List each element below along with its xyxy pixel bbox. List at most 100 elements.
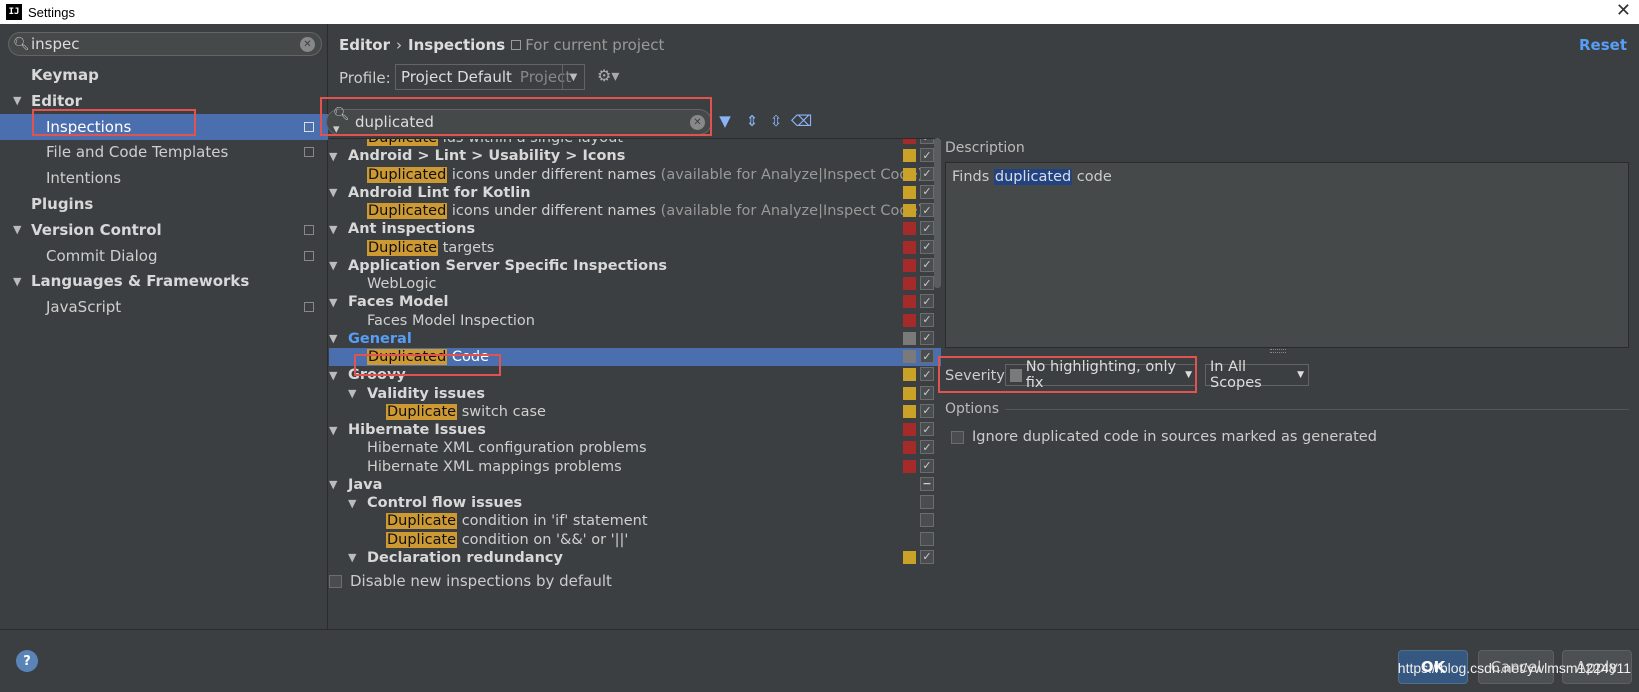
inspection-enabled-checkbox[interactable]: ✓ (920, 257, 934, 272)
inspection-row[interactable]: ▼ General ✓ (329, 330, 941, 348)
sidebar-item[interactable]: Commit Dialog (0, 243, 328, 269)
inspection-enabled-checkbox[interactable]: ✓ (920, 330, 934, 345)
inspection-row[interactable]: Duplicate condition in 'if' statement (329, 512, 941, 530)
resize-grip[interactable] (1270, 349, 1286, 353)
collapse-all-icon[interactable]: ⇳ (767, 112, 785, 130)
expand-arrow-icon[interactable]: ▼ (329, 478, 337, 491)
inspection-enabled-checkbox[interactable]: ✓ (920, 312, 934, 327)
inspection-enabled-checkbox[interactable]: ✓ (920, 276, 934, 290)
search-match-highlight: Duplicated (367, 166, 448, 183)
search-match-highlight: Duplicate (386, 513, 458, 530)
expand-arrow-icon[interactable]: ▼ (329, 296, 337, 309)
expand-arrow-icon[interactable]: ▼ (329, 424, 337, 437)
inspection-row[interactable]: Duplicate switch case ✓ (329, 403, 941, 421)
inspection-row[interactable]: Duplicate condition on '&&' or '||' (329, 531, 941, 549)
inspection-row[interactable]: WebLogic ✓ (329, 275, 941, 293)
breadcrumb-editor[interactable]: Editor (339, 36, 390, 54)
clear-search-icon[interactable]: ✕ (300, 36, 315, 52)
inspection-enabled-checkbox[interactable]: − (920, 476, 934, 491)
inspection-enabled-checkbox[interactable]: ✓ (920, 239, 934, 254)
inspection-row[interactable]: ▼ Android Lint for Kotlin ✓ (329, 184, 941, 202)
expand-arrow-icon[interactable]: ▼ (329, 332, 337, 345)
eraser-icon[interactable]: ⌫ (791, 112, 812, 130)
title-bar: IJ Settings ✕ (0, 0, 1639, 24)
inspection-row[interactable]: Faces Model Inspection ✓ (329, 312, 941, 330)
inspection-enabled-checkbox[interactable]: ✓ (920, 440, 934, 455)
inspection-enabled-checkbox[interactable]: ✓ (920, 184, 934, 199)
sidebar-item[interactable]: File and Code Templates (0, 139, 328, 165)
inspection-enabled-checkbox[interactable] (920, 513, 934, 528)
inspection-row[interactable]: Duplicate ids within a single layout ✓ (329, 139, 941, 147)
inspection-enabled-checkbox[interactable]: ✓ (920, 422, 934, 436)
reset-link[interactable]: Reset (1579, 36, 1627, 54)
inspection-row[interactable]: ▼ Application Server Specific Inspections… (329, 257, 941, 275)
chevron-down-icon: ▼ (1297, 370, 1304, 380)
inspection-row[interactable]: Hibernate XML configuration problems ✓ (329, 439, 941, 457)
inspection-enabled-checkbox[interactable]: ✓ (920, 139, 934, 144)
inspection-enabled-checkbox[interactable]: ✓ (920, 549, 934, 564)
help-icon[interactable]: ? (16, 650, 38, 672)
severity-swatch (903, 167, 916, 181)
profile-dropdown[interactable]: Project Default Project ▼ (395, 64, 585, 90)
close-icon[interactable]: ✕ (1616, 0, 1631, 22)
settings-sidebar: 🔍︎ inspec ✕ Keymap ▼ Editor Inspections File… (0, 24, 328, 629)
sidebar-item[interactable]: ▼ Version Control (0, 217, 328, 243)
filter-icon[interactable]: ▼ (716, 112, 734, 130)
inspection-row[interactable]: ▼ Faces Model ✓ (329, 293, 941, 311)
expand-arrow-icon[interactable]: ▼ (13, 94, 21, 107)
inspection-text: Android > Lint > Usability > Icons (348, 148, 626, 165)
ignore-generated-checkbox[interactable]: Ignore duplicated code in sources marked… (951, 429, 1377, 445)
disable-new-inspections-checkbox[interactable]: Disable new inspections by default (329, 572, 612, 590)
expand-arrow-icon[interactable]: ▼ (329, 150, 337, 163)
inspection-row[interactable]: ▼ Android > Lint > Usability > Icons ✓ (329, 147, 941, 165)
inspection-enabled-checkbox[interactable]: ✓ (920, 349, 934, 363)
inspection-row[interactable]: Duplicated icons under different names (… (329, 166, 941, 184)
gear-icon[interactable]: ⚙▾ (597, 66, 619, 85)
inspection-row[interactable]: Duplicate targets ✓ (329, 239, 941, 257)
expand-arrow-icon[interactable]: ▼ (329, 223, 337, 236)
expand-all-icon[interactable]: ⇕ (743, 112, 761, 130)
inspection-enabled-checkbox[interactable]: ✓ (920, 403, 934, 418)
inspection-enabled-checkbox[interactable]: ✓ (920, 221, 934, 236)
inspection-row[interactable]: Duplicated icons under different names (… (329, 202, 941, 220)
inspection-row[interactable]: ▼ Hibernate Issues ✓ (329, 421, 941, 439)
inspection-row[interactable]: Hibernate XML mappings problems ✓ (329, 458, 941, 476)
inspection-enabled-checkbox[interactable]: ✓ (920, 458, 934, 473)
expand-arrow-icon[interactable]: ▼ (329, 369, 337, 382)
expand-arrow-icon[interactable]: ▼ (329, 186, 337, 199)
inspection-label: Hibernate Issues (348, 422, 486, 438)
inspection-row[interactable]: ▼ Ant inspections ✓ (329, 220, 941, 238)
inspection-tree-scrollbar[interactable] (934, 138, 941, 288)
inspection-row[interactable]: ▼ Java − (329, 476, 941, 494)
sidebar-item[interactable]: ▼ Languages & Frameworks (0, 268, 328, 294)
expand-arrow-icon[interactable]: ▼ (348, 551, 356, 564)
inspection-enabled-checkbox[interactable]: ✓ (920, 294, 934, 309)
inspection-enabled-checkbox[interactable]: ✓ (920, 203, 934, 217)
sidebar-item[interactable]: JavaScript (0, 294, 328, 320)
sidebar-item[interactable]: Intentions (0, 165, 328, 191)
inspection-enabled-checkbox[interactable]: ✓ (920, 367, 934, 382)
severity-swatch (903, 423, 916, 436)
chevron-down-icon: ▼ (562, 65, 584, 89)
sidebar-item[interactable]: Plugins (0, 191, 328, 217)
expand-arrow-icon[interactable]: ▼ (13, 223, 21, 236)
sidebar-item[interactable]: Keymap (0, 62, 328, 88)
expand-arrow-icon[interactable]: ▼ (348, 387, 356, 400)
expand-arrow-icon[interactable]: ▼ (348, 497, 356, 510)
inspection-row[interactable]: ▼ Declaration redundancy ✓ (329, 549, 941, 567)
inspection-enabled-checkbox[interactable]: ✓ (920, 166, 934, 181)
inspection-enabled-checkbox[interactable]: ✓ (920, 148, 934, 163)
inspection-row[interactable]: ▼ Validity issues ✓ (329, 385, 941, 403)
scope-dropdown[interactable]: In All Scopes ▼ (1205, 359, 1309, 391)
checkbox-box[interactable] (329, 574, 342, 588)
inspection-row[interactable]: ▼ Control flow issues (329, 494, 941, 512)
checkbox-box[interactable] (951, 430, 964, 444)
expand-arrow-icon[interactable]: ▼ (13, 275, 21, 288)
inspection-enabled-checkbox[interactable]: ✓ (920, 385, 934, 400)
inspection-enabled-checkbox[interactable] (920, 531, 934, 546)
project-icon (511, 40, 522, 50)
inspection-enabled-checkbox[interactable] (920, 495, 934, 509)
settings-search-input[interactable]: 🔍︎ inspec ✕ (8, 32, 322, 56)
severity-swatch (903, 441, 916, 455)
expand-arrow-icon[interactable]: ▼ (329, 259, 337, 272)
